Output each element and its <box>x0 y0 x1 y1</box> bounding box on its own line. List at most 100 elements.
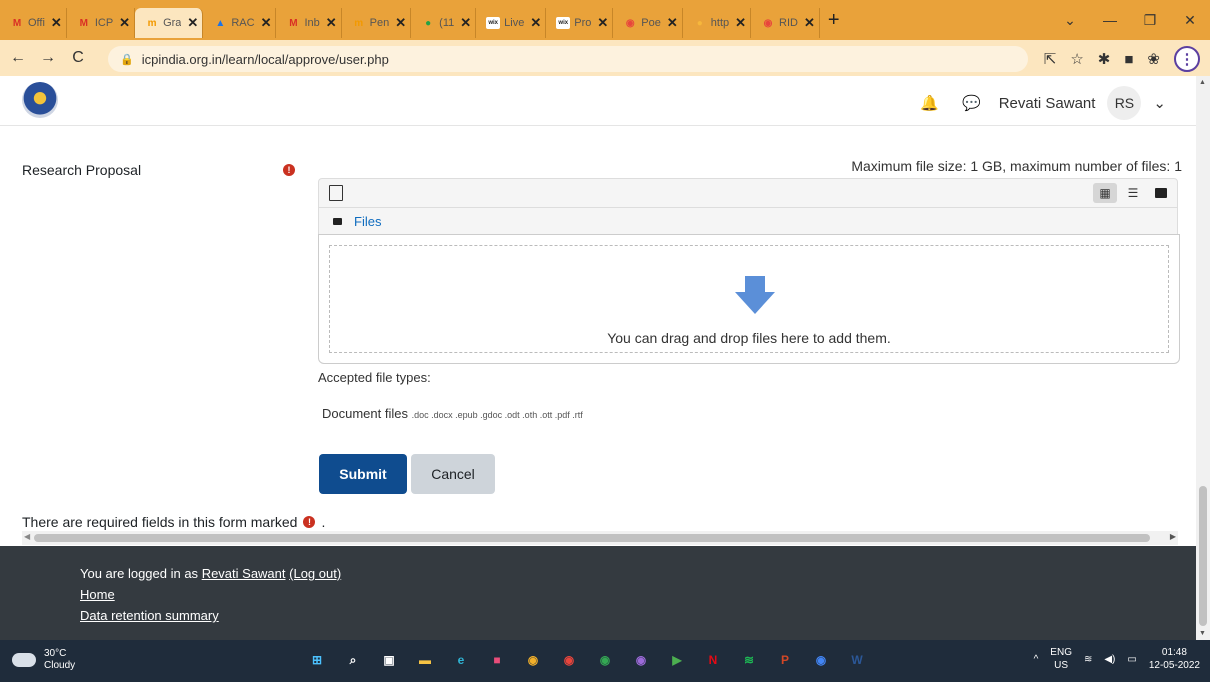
drop-zone-text: You can drag and drop files here to add … <box>607 330 891 346</box>
tab-close-icon[interactable]: ✕ <box>51 15 62 31</box>
edge-icon[interactable]: e <box>450 649 472 671</box>
horizontal-scroll-thumb[interactable] <box>34 534 1150 542</box>
browser-tab[interactable]: M Offi ✕ <box>0 8 67 38</box>
store-icon[interactable]: ■ <box>486 649 508 671</box>
scroll-up-icon[interactable]: ▲ <box>1199 79 1206 86</box>
tray-chevron-icon[interactable]: ^ <box>1034 654 1039 665</box>
forward-button[interactable]: → <box>36 49 60 67</box>
tab-close-icon[interactable]: ✕ <box>735 15 746 31</box>
browser-tab[interactable]: m Pen ✕ <box>342 8 412 38</box>
doc-types: Document files .doc .docx .epub .gdoc .o… <box>322 406 583 421</box>
browser-menu-button[interactable]: ⋮ <box>1174 46 1200 72</box>
new-tab-button[interactable]: + <box>828 9 840 32</box>
browser-tab[interactable]: wix Live ✕ <box>476 8 547 38</box>
start-icon[interactable]: ⊞ <box>306 649 328 671</box>
language-indicator[interactable]: ENG US <box>1050 646 1072 672</box>
site-logo[interactable] <box>22 82 58 118</box>
clock[interactable]: 01:48 12-05-2022 <box>1149 646 1200 672</box>
avatar[interactable]: RS <box>1107 86 1142 120</box>
home-link[interactable]: Home <box>80 587 115 602</box>
message-icon[interactable]: 💬 <box>957 88 987 118</box>
chrome-4-icon[interactable]: ◉ <box>630 649 652 671</box>
chrome-5-icon[interactable]: ◉ <box>810 649 832 671</box>
browser-tab[interactable]: ● http ✕ <box>683 8 752 38</box>
browser-tab[interactable]: ▲ RAC ✕ <box>203 8 277 38</box>
tab-close-icon[interactable]: ✕ <box>460 15 471 31</box>
tab-close-icon[interactable]: ✕ <box>804 15 815 31</box>
tab-search-icon[interactable]: ⌄ <box>1050 12 1090 29</box>
submit-button[interactable]: Submit <box>319 454 407 494</box>
cancel-button[interactable]: Cancel <box>411 454 495 494</box>
side-panel-icon[interactable]: ■ <box>1124 51 1133 68</box>
chevron-down-icon[interactable]: ⌄ <box>1153 94 1166 112</box>
battery-icon[interactable]: ▭ <box>1127 654 1136 665</box>
browser-tab[interactable]: ◉ RID ✕ <box>751 8 820 38</box>
profile-link[interactable]: Revati Sawant <box>202 566 286 581</box>
scroll-down-icon[interactable]: ▼ <box>1199 630 1206 637</box>
tab-close-icon[interactable]: ✕ <box>261 15 272 31</box>
tab-close-icon[interactable]: ✕ <box>326 15 337 31</box>
tab-favicon-icon: ● <box>696 17 703 29</box>
tab-close-icon[interactable]: ✕ <box>530 15 541 31</box>
tab-close-icon[interactable]: ✕ <box>667 15 678 31</box>
file-explorer-icon[interactable]: ▬ <box>414 649 436 671</box>
add-file-icon[interactable] <box>329 185 343 201</box>
browser-tab[interactable]: ● (11 ✕ <box>411 8 477 38</box>
chrome-3-icon[interactable]: ◉ <box>594 649 616 671</box>
site-header: 🔔 💬 Revati Sawant RS ⌄ <box>0 76 1196 126</box>
browser-tab[interactable]: M ICP ✕ <box>67 8 136 38</box>
search-icon[interactable]: ⌕ <box>342 649 364 671</box>
vertical-scrollbar[interactable]: ▲ ▼ <box>1196 76 1210 640</box>
drop-zone[interactable]: You can drag and drop files here to add … <box>318 234 1180 364</box>
bell-icon[interactable]: 🔔 <box>915 88 945 118</box>
tab-favicon-icon: m <box>354 17 364 29</box>
data-retention-link[interactable]: Data retention summary <box>80 608 219 623</box>
tab-close-icon[interactable]: ✕ <box>395 15 406 31</box>
list-view-icon[interactable]: ☰ <box>1121 183 1145 203</box>
horizontal-scrollbar[interactable]: ◀ ▶ <box>22 531 1178 545</box>
profile-icon[interactable]: ❀ <box>1147 50 1160 68</box>
powerpoint-icon[interactable]: P <box>774 649 796 671</box>
weather-widget[interactable]: 30°C Cloudy <box>12 648 75 672</box>
tab-close-icon[interactable]: ✕ <box>119 15 130 31</box>
form-content: Research Proposal ! Maximum file size: 1… <box>0 126 1196 546</box>
browser-tab[interactable]: ◉ Poe ✕ <box>613 8 683 38</box>
chrome-1-icon[interactable]: ◉ <box>522 649 544 671</box>
logged-in-prefix: You are logged in as <box>80 566 199 581</box>
tab-close-icon[interactable]: ✕ <box>597 15 608 31</box>
extensions-icon[interactable]: ✱ <box>1098 50 1111 68</box>
bookmark-star-icon[interactable]: ☆ <box>1070 50 1083 68</box>
task-view-icon[interactable]: ▣ <box>378 649 400 671</box>
folder-view-icon[interactable] <box>1149 183 1173 203</box>
chrome-2-icon[interactable]: ◉ <box>558 649 580 671</box>
vertical-scroll-thumb[interactable] <box>1199 486 1207 626</box>
word-icon[interactable]: W <box>846 649 868 671</box>
logout-link[interactable]: (Log out) <box>289 566 341 581</box>
share-icon[interactable]: ⇱ <box>1044 50 1057 68</box>
tab-favicon-icon: wix <box>556 17 571 29</box>
region-text: US <box>1054 660 1069 671</box>
tab-favicon-icon: M <box>289 17 298 29</box>
user-name[interactable]: Revati Sawant <box>999 95 1096 112</box>
browser-tab[interactable]: wix Pro ✕ <box>546 8 614 38</box>
address-bar[interactable]: 🔒 icpindia.org.in/learn/local/approve/us… <box>108 46 1028 72</box>
browser-tab[interactable]: m Gra ✕ <box>135 8 204 38</box>
volume-icon[interactable]: ◀) <box>1104 654 1115 665</box>
browser-tab[interactable]: M Inb ✕ <box>276 8 342 38</box>
tab-favicon-icon: m <box>147 17 157 29</box>
scroll-left-icon[interactable]: ◀ <box>24 532 30 541</box>
teams-icon[interactable]: ▶ <box>666 649 688 671</box>
spotify-icon[interactable]: ≋ <box>738 649 760 671</box>
scroll-right-icon[interactable]: ▶ <box>1170 532 1176 541</box>
minimize-button[interactable]: — <box>1090 12 1130 28</box>
netflix-icon[interactable]: N <box>702 649 724 671</box>
required-note-suffix: . <box>321 514 326 530</box>
close-window-button[interactable]: ✕ <box>1170 12 1210 29</box>
back-button[interactable]: ← <box>6 49 30 67</box>
grid-view-icon[interactable]: ▦ <box>1093 183 1117 203</box>
tab-close-icon[interactable]: ✕ <box>187 15 198 31</box>
reload-button[interactable]: C <box>66 49 90 67</box>
restore-button[interactable]: ❐ <box>1130 12 1170 29</box>
wifi-icon[interactable]: ≋ <box>1084 654 1092 665</box>
files-path-link[interactable]: Files <box>354 214 381 229</box>
